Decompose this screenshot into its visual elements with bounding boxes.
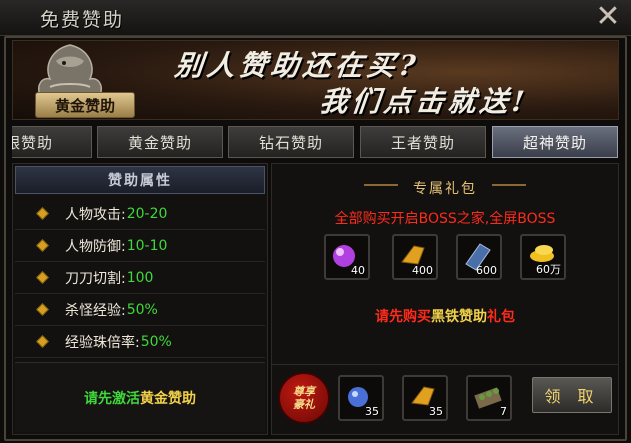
honor-badge: 尊享 豪礼 xyxy=(278,372,330,424)
diamond-bullet-icon xyxy=(36,303,49,316)
diamond-bullet-icon xyxy=(36,335,49,348)
item-count: 35 xyxy=(429,405,443,418)
item-count: 400 xyxy=(412,264,433,277)
attribute-value: 20-20 xyxy=(126,205,168,222)
item-slot[interactable]: 35 xyxy=(402,375,448,421)
title-bar: 免费赞助 ✕ xyxy=(0,0,631,36)
attribute-value: 10-10 xyxy=(126,237,168,254)
item-slot[interactable]: 60万 xyxy=(520,234,566,280)
diamond-bullet-icon xyxy=(36,239,49,252)
item-slot[interactable]: 400 xyxy=(392,234,438,280)
item-count: 600 xyxy=(476,264,497,277)
attribute-label: 经验珠倍率: xyxy=(65,334,140,351)
gift-panel: 专属礼包 全部购买开启BOSS之家,全屏BOSS 40 400 600 60万 … xyxy=(271,163,619,435)
tab-silver[interactable]: 银赞助 xyxy=(12,126,92,158)
divider xyxy=(272,364,618,365)
attribute-row: 杀怪经验: 50% xyxy=(15,294,265,326)
attribute-row: 刀刀切割: 100 xyxy=(15,262,265,294)
attribute-row: 经验珠倍率: 50% xyxy=(15,326,265,358)
honor-badge-line1: 尊享 xyxy=(293,385,315,398)
gift-description: 全部购买开启BOSS之家,全屏BOSS xyxy=(334,211,556,227)
item-count: 7 xyxy=(500,405,507,418)
attribute-value: 50% xyxy=(126,301,158,318)
slogan-line-2: 我们点击就送! xyxy=(318,85,530,118)
diamond-bullet-icon xyxy=(36,207,49,220)
attribute-row: 人物防御: 10-10 xyxy=(15,230,265,262)
buy-target: 黑铁赞助 xyxy=(431,309,487,325)
attribute-panel: 赞助属性 人物攻击: 20-20 人物防御: 10-10 刀刀切割: 100 杀… xyxy=(12,163,268,435)
claim-button[interactable]: 领 取 xyxy=(532,377,612,413)
attribute-label: 人物攻击: xyxy=(65,206,126,223)
item-count: 35 xyxy=(365,405,379,418)
item-count: 60万 xyxy=(536,263,561,276)
attribute-label: 杀怪经验: xyxy=(65,302,126,319)
purchase-notice: 请先购买黑铁赞助礼包 xyxy=(272,306,618,326)
item-count: 40 xyxy=(351,264,365,277)
buy-prefix: 请先购买 xyxy=(375,309,431,325)
attribute-label: 刀刀切割: xyxy=(65,270,126,287)
attribute-value: 50% xyxy=(140,333,172,350)
attribute-header: 赞助属性 xyxy=(15,166,265,194)
item-slot[interactable]: 35 xyxy=(338,375,384,421)
ornament-right-icon xyxy=(492,184,526,186)
gift-title: 专属礼包 xyxy=(413,181,477,197)
item-slot[interactable]: 40 xyxy=(324,234,370,280)
buy-suffix: 礼包 xyxy=(487,309,515,325)
tab-diamond[interactable]: 钻石赞助 xyxy=(228,126,354,158)
tab-gold[interactable]: 黄金赞助 xyxy=(97,126,223,158)
tab-king[interactable]: 王者赞助 xyxy=(360,126,486,158)
attribute-row: 人物攻击: 20-20 xyxy=(15,198,265,230)
activate-target: 黄金赞助 xyxy=(140,390,196,407)
honor-badge-line2: 豪礼 xyxy=(293,398,315,411)
attribute-label: 人物防御: xyxy=(65,238,126,255)
window-title: 免费赞助 xyxy=(40,9,125,31)
tab-supreme[interactable]: 超神赞助 xyxy=(492,126,618,158)
sponsor-tabs: 银赞助 黄金赞助 钻石赞助 王者赞助 超神赞助 xyxy=(12,124,619,160)
item-slot[interactable]: 600 xyxy=(456,234,502,280)
item-slot[interactable]: 7 xyxy=(466,375,512,421)
attribute-value: 100 xyxy=(126,269,154,286)
activate-notice: 请先激活 黄金赞助 xyxy=(15,362,265,432)
close-icon[interactable]: ✕ xyxy=(591,0,625,34)
slogan-line-1: 别人赞助还在买? xyxy=(173,49,421,82)
emblem-label: 黄金赞助 xyxy=(35,92,135,118)
activate-prefix: 请先激活 xyxy=(84,390,140,407)
diamond-bullet-icon xyxy=(36,271,49,284)
